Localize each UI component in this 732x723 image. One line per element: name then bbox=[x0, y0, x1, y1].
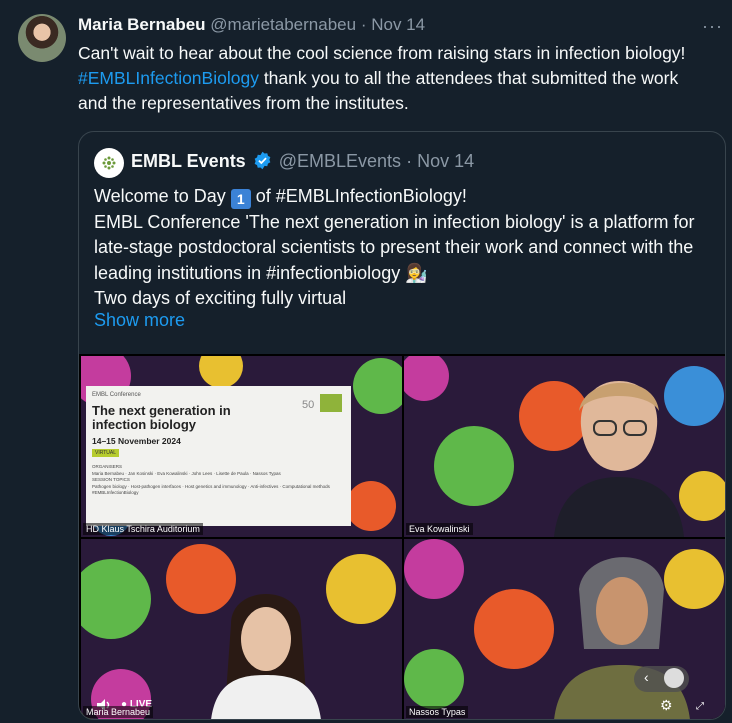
quote-text-part: Welcome to Day bbox=[94, 186, 231, 206]
participant-label: Maria Bernabeu bbox=[83, 706, 154, 718]
quoted-tweet[interactable]: EMBL Events @EMBLEvents · Nov 14 Welcome… bbox=[78, 131, 726, 720]
show-more-link[interactable]: Show more bbox=[94, 310, 185, 331]
gear-icon[interactable]: ⚙ bbox=[660, 697, 673, 714]
expand-icon[interactable]: ⤢ bbox=[696, 701, 704, 712]
verified-badge-icon bbox=[254, 151, 271, 170]
embl-logo-avatar[interactable] bbox=[94, 148, 124, 178]
author-name[interactable]: Maria Bernabeu bbox=[78, 15, 206, 34]
quote-header: EMBL Events @EMBLEvents · Nov 14 bbox=[131, 151, 474, 172]
video-tile-eva[interactable]: Eva Kowalinski bbox=[404, 356, 725, 537]
quote-date[interactable]: Nov 14 bbox=[417, 151, 474, 171]
separator: · bbox=[360, 15, 367, 34]
quote-text-part: of #EMBLInfectionBiology! bbox=[250, 186, 467, 206]
participant-label: Nassos Typas bbox=[406, 706, 469, 718]
video-tile-nassos[interactable]: ‹ ⚙ ⤢ Nassos Typas bbox=[404, 539, 725, 719]
quote-text: Welcome to Day 1 of #EMBLInfectionBiolog… bbox=[94, 184, 719, 312]
author-avatar[interactable] bbox=[18, 14, 66, 62]
participant-video bbox=[554, 557, 690, 719]
participant-label: Eva Kowalinski bbox=[406, 523, 473, 535]
quote-author-name[interactable]: EMBL Events bbox=[131, 151, 246, 171]
quote-text-part: Two days of exciting fully virtual bbox=[94, 288, 347, 308]
participant-label: HD Klaus Tschira Auditorium bbox=[83, 523, 203, 535]
participant-video bbox=[211, 594, 321, 719]
participant-video bbox=[554, 381, 684, 537]
video-tile-maria[interactable]: ● LIVE Maria Bernabeu bbox=[81, 539, 402, 719]
tweet-text-part: Can't wait to hear about the cool scienc… bbox=[78, 43, 686, 63]
conference-slide: EMBL Conference The next generation in i… bbox=[86, 386, 351, 526]
author-handle[interactable]: @marietabernabeu bbox=[210, 15, 356, 34]
tweet-header: Maria Bernabeu @marietabernabeu · Nov 14 bbox=[78, 15, 425, 35]
video-controls[interactable]: ‹ bbox=[634, 666, 689, 692]
embl-50-logo: 50 bbox=[302, 394, 342, 412]
slide-dates: 14–15 November 2024 bbox=[92, 436, 181, 446]
video-tile-auditorium[interactable]: EMBL Conference The next generation in i… bbox=[81, 356, 402, 537]
quote-author-handle[interactable]: @EMBLEvents bbox=[279, 151, 401, 171]
quote-text-part: EMBL Conference 'The next generation in … bbox=[94, 211, 695, 283]
slide-badge: VIRTUAL bbox=[92, 449, 120, 457]
tweet-date[interactable]: Nov 14 bbox=[371, 15, 425, 34]
svg-text:50: 50 bbox=[302, 399, 314, 411]
slide-hashtag: #EMBLInfectionBiology bbox=[92, 490, 139, 495]
hashtag-link[interactable]: #EMBLInfectionBiology bbox=[78, 68, 259, 88]
slide-details: ORGANISERS Maria Bernabeu · Jan Kosinski… bbox=[92, 464, 330, 497]
video-grid[interactable]: EMBL Conference The next generation in i… bbox=[79, 354, 725, 719]
keycap-one-emoji: 1 bbox=[230, 189, 251, 209]
more-options-icon[interactable]: ··· bbox=[702, 16, 724, 36]
chevron-left-icon[interactable]: ‹ bbox=[644, 669, 649, 685]
slide-title: The next generation in infection biology bbox=[92, 403, 231, 432]
separator: · bbox=[406, 151, 413, 171]
raise-hand-icon[interactable] bbox=[664, 668, 684, 688]
tweet-text: Can't wait to hear about the cool scienc… bbox=[78, 41, 708, 116]
slide-subtitle: EMBL Conference bbox=[92, 392, 141, 398]
